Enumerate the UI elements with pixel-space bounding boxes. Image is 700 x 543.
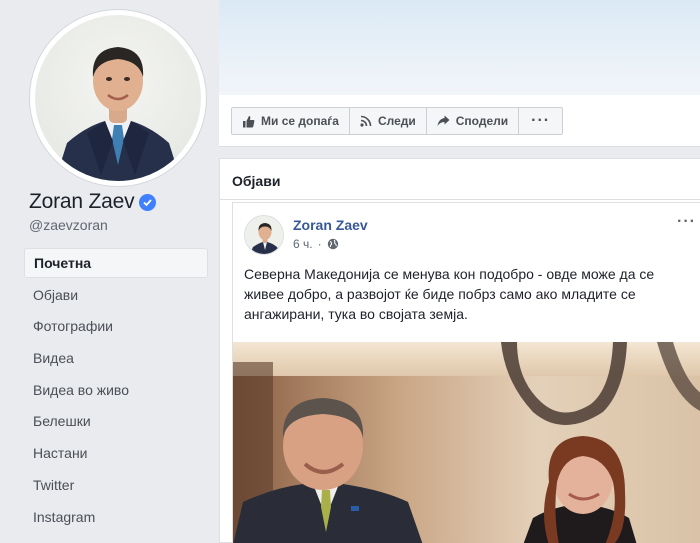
- post-meta: 6 ч. ·: [293, 237, 339, 251]
- globe-icon[interactable]: [327, 238, 339, 250]
- like-button[interactable]: Ми се допаѓа: [232, 108, 350, 134]
- post-timestamp[interactable]: 6 ч.: [293, 237, 313, 251]
- profile-name-row: Zoran Zaev: [29, 190, 157, 214]
- action-button-group: Ми се допаѓа Следи Сподели ···: [231, 107, 564, 135]
- nav-item-events[interactable]: Настани: [24, 438, 208, 470]
- nav-item-twitter[interactable]: Twitter: [24, 470, 208, 502]
- left-column: Zoran Zaev @zaevzoran Почетна Објави Фот…: [0, 0, 218, 543]
- separator-dot: ·: [317, 237, 322, 251]
- follow-button[interactable]: Следи: [350, 108, 427, 134]
- page-nav: Почетна Објави Фотографии Видеа Видеа во…: [24, 248, 208, 533]
- thumbs-up-icon: [243, 115, 255, 127]
- profile-photo: [35, 15, 201, 181]
- nav-item-posts[interactable]: Објави: [24, 280, 208, 312]
- cover-photo[interactable]: [219, 0, 700, 95]
- nav-item-videos[interactable]: Видеа: [24, 343, 208, 375]
- profile-picture[interactable]: [29, 9, 207, 187]
- nav-item-home[interactable]: Почетна: [24, 248, 208, 278]
- share-button-label: Сподели: [455, 114, 509, 128]
- post-photo[interactable]: [233, 342, 700, 543]
- follow-button-label: Следи: [377, 114, 416, 128]
- post-author-name[interactable]: Zoran Zaev: [293, 217, 368, 233]
- divider: [220, 199, 700, 200]
- rss-icon: [360, 115, 372, 127]
- nav-item-live-videos[interactable]: Видеа во живо: [24, 375, 208, 407]
- nav-item-instagram[interactable]: Instagram: [24, 502, 208, 534]
- like-button-label: Ми се допаѓа: [261, 114, 339, 128]
- posts-section-title[interactable]: Објави: [232, 173, 280, 189]
- nav-item-photos[interactable]: Фотографии: [24, 311, 208, 343]
- profile-portrait-image: [55, 47, 181, 181]
- posts-section: Објави Zoran Zaev 6 ч. · ··· Северна Мак…: [219, 158, 700, 543]
- more-options-button[interactable]: ···: [519, 108, 562, 134]
- nav-item-notes[interactable]: Белешки: [24, 406, 208, 438]
- post-card: Zoran Zaev 6 ч. · ··· Северна Македонија…: [232, 202, 700, 543]
- post-text: Северна Македонија се менува кон подобро…: [244, 266, 655, 322]
- post-author-avatar[interactable]: [244, 215, 284, 255]
- page-username[interactable]: @zaevzoran: [29, 217, 108, 233]
- share-arrow-icon: [437, 115, 450, 126]
- page-action-bar: Ми се допаѓа Следи Сподели ···: [219, 95, 700, 147]
- verified-icon: [139, 193, 157, 211]
- share-button[interactable]: Сподели: [427, 108, 520, 134]
- post-options-button[interactable]: ···: [677, 213, 696, 231]
- page-name[interactable]: Zoran Zaev: [29, 190, 135, 214]
